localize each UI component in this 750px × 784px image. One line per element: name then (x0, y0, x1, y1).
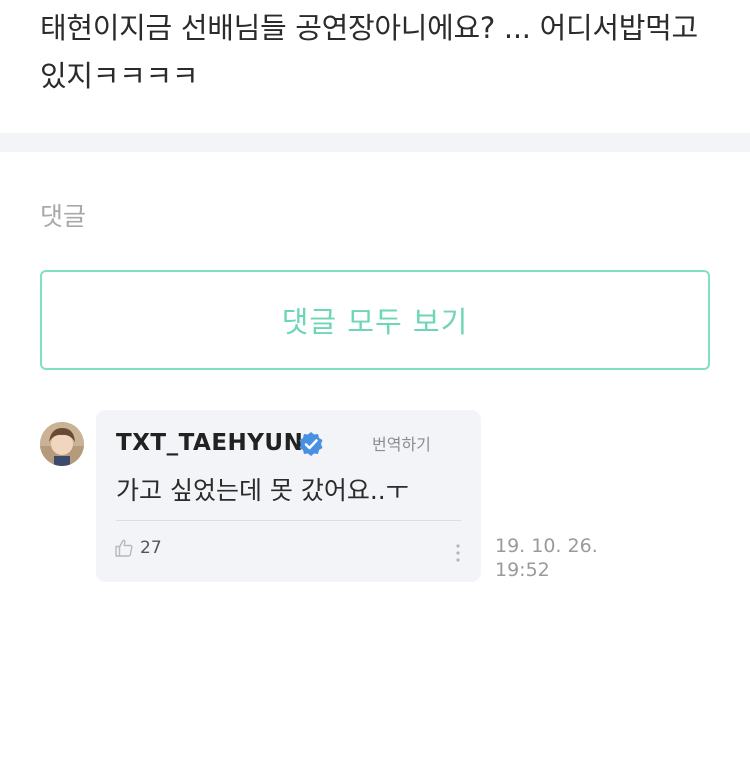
comment-text: 가고 싶었는데 못 갔어요..ㅜ (116, 476, 409, 505)
comment-bubble: TXT_TAEHYUN 번역하기 가고 싶었는데 못 갔어요..ㅜ 27 (96, 410, 481, 582)
more-options-icon[interactable] (451, 542, 465, 564)
like-count: 27 (140, 538, 162, 558)
verified-badge-icon (299, 432, 323, 456)
timestamp-time: 19:52 (495, 559, 550, 581)
timestamp-date: 19. 10. 26. (495, 535, 598, 557)
section-divider (0, 133, 750, 152)
translate-button[interactable]: 번역하기 (372, 431, 431, 455)
view-all-comments-button[interactable]: 댓글 모두 보기 (40, 270, 710, 370)
comment-divider (116, 520, 461, 521)
comment-timestamp: 19. 10. 26. 19:52 (495, 534, 615, 582)
like-button[interactable]: 27 (114, 538, 162, 558)
avatar[interactable] (40, 422, 84, 466)
post-text: 태현이지금 선배님들 공연장아니에요? ... 어디서밥먹고있지ㅋㅋㅋㅋ (40, 11, 698, 93)
comments-section-label: 댓글 (40, 202, 87, 231)
thumbs-up-icon (115, 539, 133, 557)
avatar-image (40, 422, 84, 466)
comment-author[interactable]: TXT_TAEHYUN (116, 430, 303, 456)
